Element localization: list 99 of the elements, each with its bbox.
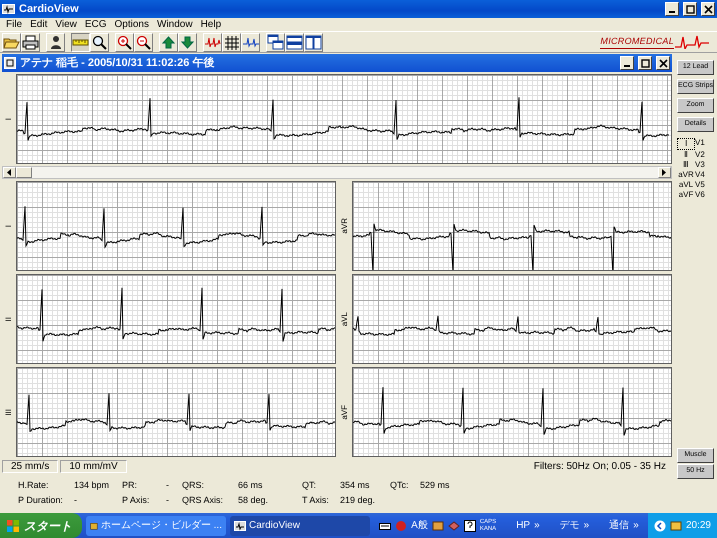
close-button[interactable] xyxy=(701,2,715,16)
horizontal-scrollbar[interactable] xyxy=(2,166,672,179)
tray-app-icon[interactable] xyxy=(670,520,682,532)
cascade-windows-icon xyxy=(267,34,284,50)
record-title: アテナ 稲毛 - 2005/10/31 11:02:26 午後 xyxy=(20,56,216,71)
lead-option[interactable]: Ⅱ xyxy=(677,150,695,160)
close-icon xyxy=(704,4,712,14)
tile-horizontal-icon xyxy=(286,34,303,50)
measurement-value: 529 ms xyxy=(420,479,451,492)
toolbar-button[interactable] xyxy=(71,32,90,52)
measurement-label: QRS Axis: xyxy=(182,494,224,507)
taskbar-toolbar[interactable]: HP xyxy=(516,518,530,533)
minimize-button[interactable] xyxy=(620,56,634,70)
app-icon xyxy=(234,520,246,532)
measurement-value: - xyxy=(74,494,78,506)
left-arrow-icon xyxy=(7,169,12,176)
app-icon xyxy=(2,4,15,14)
measurement-label: QT: xyxy=(302,479,318,492)
lead-option[interactable]: V1 xyxy=(695,138,711,150)
zoom-out-icon xyxy=(135,34,152,50)
down-arrow-icon xyxy=(179,34,196,50)
lead-option[interactable]: aVR xyxy=(677,170,695,180)
chevron[interactable]: » xyxy=(633,518,639,533)
measurement-value: - xyxy=(166,494,170,506)
measurement-label: QRS: xyxy=(182,479,206,492)
maximize-button[interactable] xyxy=(638,56,652,70)
lead-option[interactable]: aVL xyxy=(677,180,695,190)
measurement-value: 219 deg. xyxy=(340,494,376,507)
grid-icon xyxy=(223,34,240,50)
print-icon xyxy=(22,34,39,50)
taskbar-button[interactable]: ホームページ・ビルダー ... xyxy=(86,516,226,536)
tile-vertical-icon xyxy=(305,34,322,50)
menu-item[interactable]: ECG xyxy=(80,18,111,30)
close-button[interactable] xyxy=(656,56,670,70)
lead-label: aVF xyxy=(339,404,350,420)
document-icon xyxy=(4,57,16,69)
speed-field: 25 mm/s xyxy=(2,460,58,473)
logo-text: MICROMEDICAL xyxy=(600,34,674,50)
expand-tray-icon[interactable] xyxy=(654,520,666,532)
lead-option[interactable]: V6 xyxy=(695,190,711,200)
minimize-icon xyxy=(669,11,675,13)
up-arrow-icon xyxy=(160,34,177,50)
keyboard-icon xyxy=(379,520,392,530)
right-arrow-icon xyxy=(662,169,667,176)
lead-label: aVL xyxy=(339,312,350,326)
magnifier-icon xyxy=(91,34,108,50)
menu-item[interactable]: File xyxy=(2,18,26,30)
minimize-button[interactable] xyxy=(665,2,679,16)
help-icon[interactable] xyxy=(464,520,476,532)
window-title: CardioView xyxy=(19,2,80,17)
measurement-label: T Axis: xyxy=(302,494,330,506)
lead-label: III xyxy=(3,408,14,416)
lead-option[interactable]: V4 xyxy=(695,170,711,180)
lead-option[interactable]: V5 xyxy=(695,180,711,190)
ime-mode[interactable]: A般 xyxy=(411,518,428,533)
scroll-thumb[interactable] xyxy=(16,167,32,178)
menu-item[interactable]: View xyxy=(51,18,81,30)
measurement-label: PR: xyxy=(122,479,138,492)
maximize-icon xyxy=(640,58,650,68)
lead-option[interactable]: Ⅲ xyxy=(677,160,695,170)
minimize-icon xyxy=(624,65,630,67)
close-icon xyxy=(658,58,668,68)
lead-label: I xyxy=(3,118,14,120)
measurement-value: 58 deg. xyxy=(238,494,270,507)
menu-item[interactable]: Options xyxy=(110,18,153,30)
menu-item[interactable]: Window xyxy=(153,18,197,30)
filter-status: Filters: 50Hz On; 0.05 - 35 Hz xyxy=(534,460,667,474)
taskbar-button[interactable]: CardioView xyxy=(230,516,370,536)
measurement-value: 66 ms xyxy=(238,479,264,492)
maximize-icon xyxy=(686,4,694,14)
maximize-button[interactable] xyxy=(683,2,697,16)
scroll-right-button[interactable] xyxy=(658,167,671,178)
menu-item[interactable]: Help xyxy=(196,18,226,30)
start-button[interactable]: スタート xyxy=(0,513,82,538)
windows-logo-icon xyxy=(6,518,20,532)
lead-label: I xyxy=(3,224,14,228)
gain-field: 10 mm/mV xyxy=(60,460,127,473)
zoom-in-icon xyxy=(116,34,133,50)
measurement-value: 134 bpm xyxy=(74,479,110,492)
lead-option[interactable]: Ⅰ xyxy=(677,138,695,150)
measurement-label: P Duration: xyxy=(18,494,64,506)
clock: 20:29 xyxy=(686,519,711,533)
lead-option[interactable]: V2 xyxy=(695,150,711,160)
lead-option[interactable]: aVF xyxy=(677,190,695,200)
ecg-logo-icon xyxy=(675,35,711,49)
lead-label: II xyxy=(3,316,14,322)
scroll-left-button[interactable] xyxy=(3,167,16,178)
measurement-value: 354 ms xyxy=(340,479,371,492)
menu-item[interactable]: Edit xyxy=(26,18,52,30)
measurement-label: H.Rate: xyxy=(18,479,50,492)
chevron[interactable]: » xyxy=(534,518,540,533)
measurement-label: P Axis: xyxy=(122,494,150,506)
measurement-value: - xyxy=(166,479,170,492)
lead-option[interactable]: V3 xyxy=(695,160,711,170)
chevron[interactable]: » xyxy=(584,518,590,533)
taskbar-toolbar[interactable]: デモ xyxy=(560,518,580,533)
taskbar-toolbar[interactable]: 通信 xyxy=(609,518,630,533)
measurement-label: QTc: xyxy=(390,479,410,492)
lead-label: aVR xyxy=(339,218,350,234)
